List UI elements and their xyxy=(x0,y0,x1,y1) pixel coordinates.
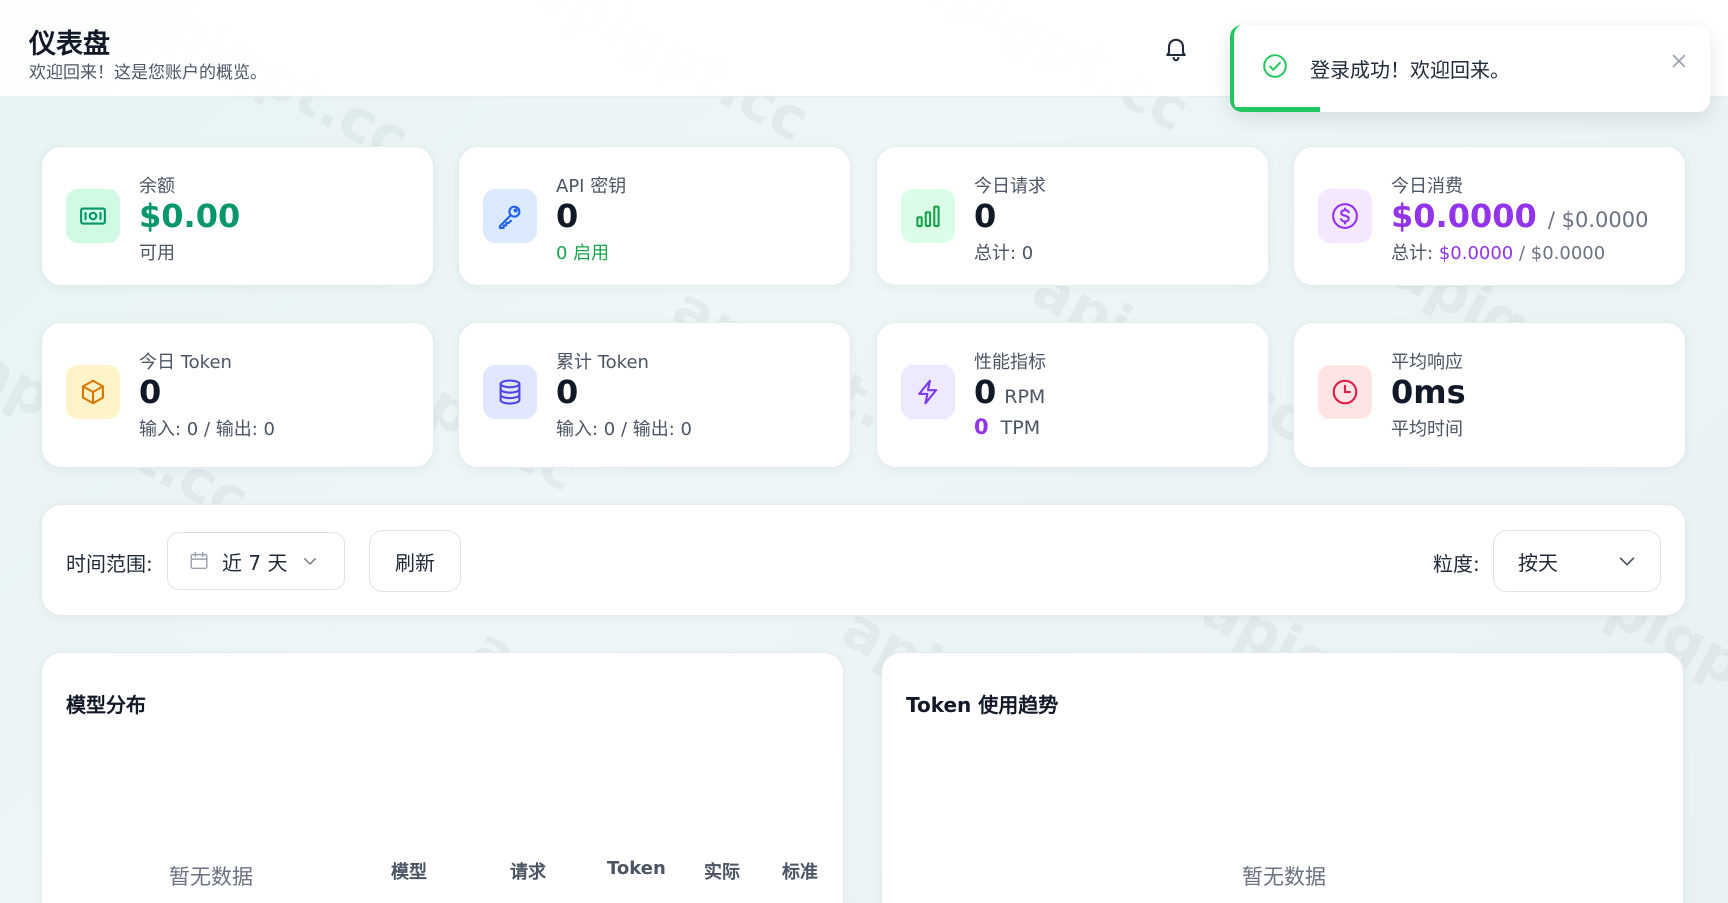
stat-value: 0 RPM xyxy=(974,373,1045,411)
stat-label: 今日 Token xyxy=(139,352,232,373)
table-header-token: Token xyxy=(607,858,666,879)
check-circle-icon xyxy=(1262,53,1288,79)
rpm-value: 0 xyxy=(974,373,997,411)
stat-card-avg-response: 平均响应 0ms 平均时间 xyxy=(1293,322,1686,468)
stat-card-today-requests: 今日请求 0 总计: 0 xyxy=(876,146,1269,286)
stat-value: 0 xyxy=(974,197,997,235)
tpm-unit: TPM xyxy=(1000,417,1041,439)
empty-state: 暂无数据 xyxy=(1242,865,1326,889)
stat-sub: 总计: 0 xyxy=(974,243,1034,264)
rpm-unit: RPM xyxy=(1004,386,1046,408)
stat-value: 0 xyxy=(556,197,579,235)
granularity-label: 粒度: xyxy=(1433,552,1480,576)
stat-sub: 平均时间 xyxy=(1391,419,1463,440)
panel-title: 模型分布 xyxy=(66,693,146,717)
stat-card-today-spend: 今日消费 $0.0000 / $0.0000 总计: $0.0000 / $0.… xyxy=(1293,146,1686,286)
stat-value: 0ms xyxy=(1391,373,1466,411)
toast-message: 登录成功！欢迎回来。 xyxy=(1310,58,1510,82)
stat-label: API 密钥 xyxy=(556,176,627,197)
page-title: 仪表盘 xyxy=(29,29,110,60)
token-trend-panel: Token 使用趋势 暂无数据 xyxy=(881,652,1684,903)
stat-value: $0.0000 / $0.0000 xyxy=(1391,197,1648,235)
stat-sub: 0 TPM xyxy=(974,415,1040,439)
stat-card-today-token: 今日 Token 0 输入: 0 / 输出: 0 xyxy=(41,322,434,468)
money-icon xyxy=(66,189,120,243)
toast-progress-bar xyxy=(1234,107,1320,112)
stat-label: 累计 Token xyxy=(556,352,649,373)
stat-sub: 总计: $0.0000 / $0.0000 xyxy=(1391,239,1605,265)
database-icon xyxy=(483,365,537,419)
filter-bar: 时间范围: 近 7 天 刷新 粒度: 按天 xyxy=(41,504,1686,616)
stat-card-api-keys: API 密钥 0 0 启用 xyxy=(458,146,851,286)
stat-label: 今日消费 xyxy=(1391,176,1463,197)
total-spend-prefix: 总计: xyxy=(1391,243,1434,264)
stat-value: 0 xyxy=(556,373,579,411)
stat-card-performance: 性能指标 0 RPM 0 TPM xyxy=(876,322,1269,468)
stat-sub: 输入: 0 / 输出: 0 xyxy=(556,419,692,440)
stat-sub: 输入: 0 / 输出: 0 xyxy=(139,419,275,440)
clock-icon xyxy=(1318,365,1372,419)
bar-chart-icon xyxy=(901,189,955,243)
panel-title: Token 使用趋势 xyxy=(906,693,1059,717)
stat-card-total-token: 累计 Token 0 输入: 0 / 输出: 0 xyxy=(458,322,851,468)
stat-value: $0.00 xyxy=(139,197,241,235)
empty-state: 暂无数据 xyxy=(169,865,253,889)
today-spend-value: $0.0000 xyxy=(1391,197,1537,235)
time-range-value: 近 7 天 xyxy=(222,550,288,575)
table-header-requests: 请求 xyxy=(510,862,546,883)
bell-icon[interactable] xyxy=(1162,33,1190,63)
table-header-standard: 标准 xyxy=(782,862,818,883)
granularity-value: 按天 xyxy=(1518,550,1558,575)
chevron-down-icon xyxy=(301,552,319,570)
chevron-down-icon xyxy=(1616,550,1638,572)
cube-icon xyxy=(66,365,120,419)
calendar-icon xyxy=(188,550,210,572)
stat-sub: 0 启用 xyxy=(556,243,610,264)
table-header-model: 模型 xyxy=(391,862,427,883)
stat-label: 今日请求 xyxy=(974,176,1046,197)
total-spend-limit: / $0.0000 xyxy=(1518,243,1606,264)
table-header-actual: 实际 xyxy=(704,862,740,883)
granularity-select[interactable]: 按天 xyxy=(1493,530,1661,592)
time-range-label: 时间范围: xyxy=(66,552,153,576)
dollar-circle-icon xyxy=(1318,189,1372,243)
stat-label: 余额 xyxy=(139,176,175,197)
lightning-icon xyxy=(901,365,955,419)
key-icon xyxy=(483,189,537,243)
tpm-value: 0 xyxy=(974,415,989,439)
total-spend-value: $0.0000 xyxy=(1438,243,1514,264)
today-spend-limit: / $0.0000 xyxy=(1547,208,1649,232)
stat-sub: 可用 xyxy=(139,243,175,264)
stat-label: 性能指标 xyxy=(974,352,1046,373)
success-toast: 登录成功！欢迎回来。 xyxy=(1230,25,1710,112)
refresh-button[interactable]: 刷新 xyxy=(369,530,461,592)
close-icon[interactable] xyxy=(1668,50,1690,72)
time-range-select[interactable]: 近 7 天 xyxy=(167,532,345,590)
page-subtitle: 欢迎回来！这是您账户的概览。 xyxy=(29,63,267,83)
stat-card-balance: 余额 $0.00 可用 xyxy=(41,146,434,286)
stat-label: 平均响应 xyxy=(1391,352,1463,373)
stat-value: 0 xyxy=(139,373,162,411)
